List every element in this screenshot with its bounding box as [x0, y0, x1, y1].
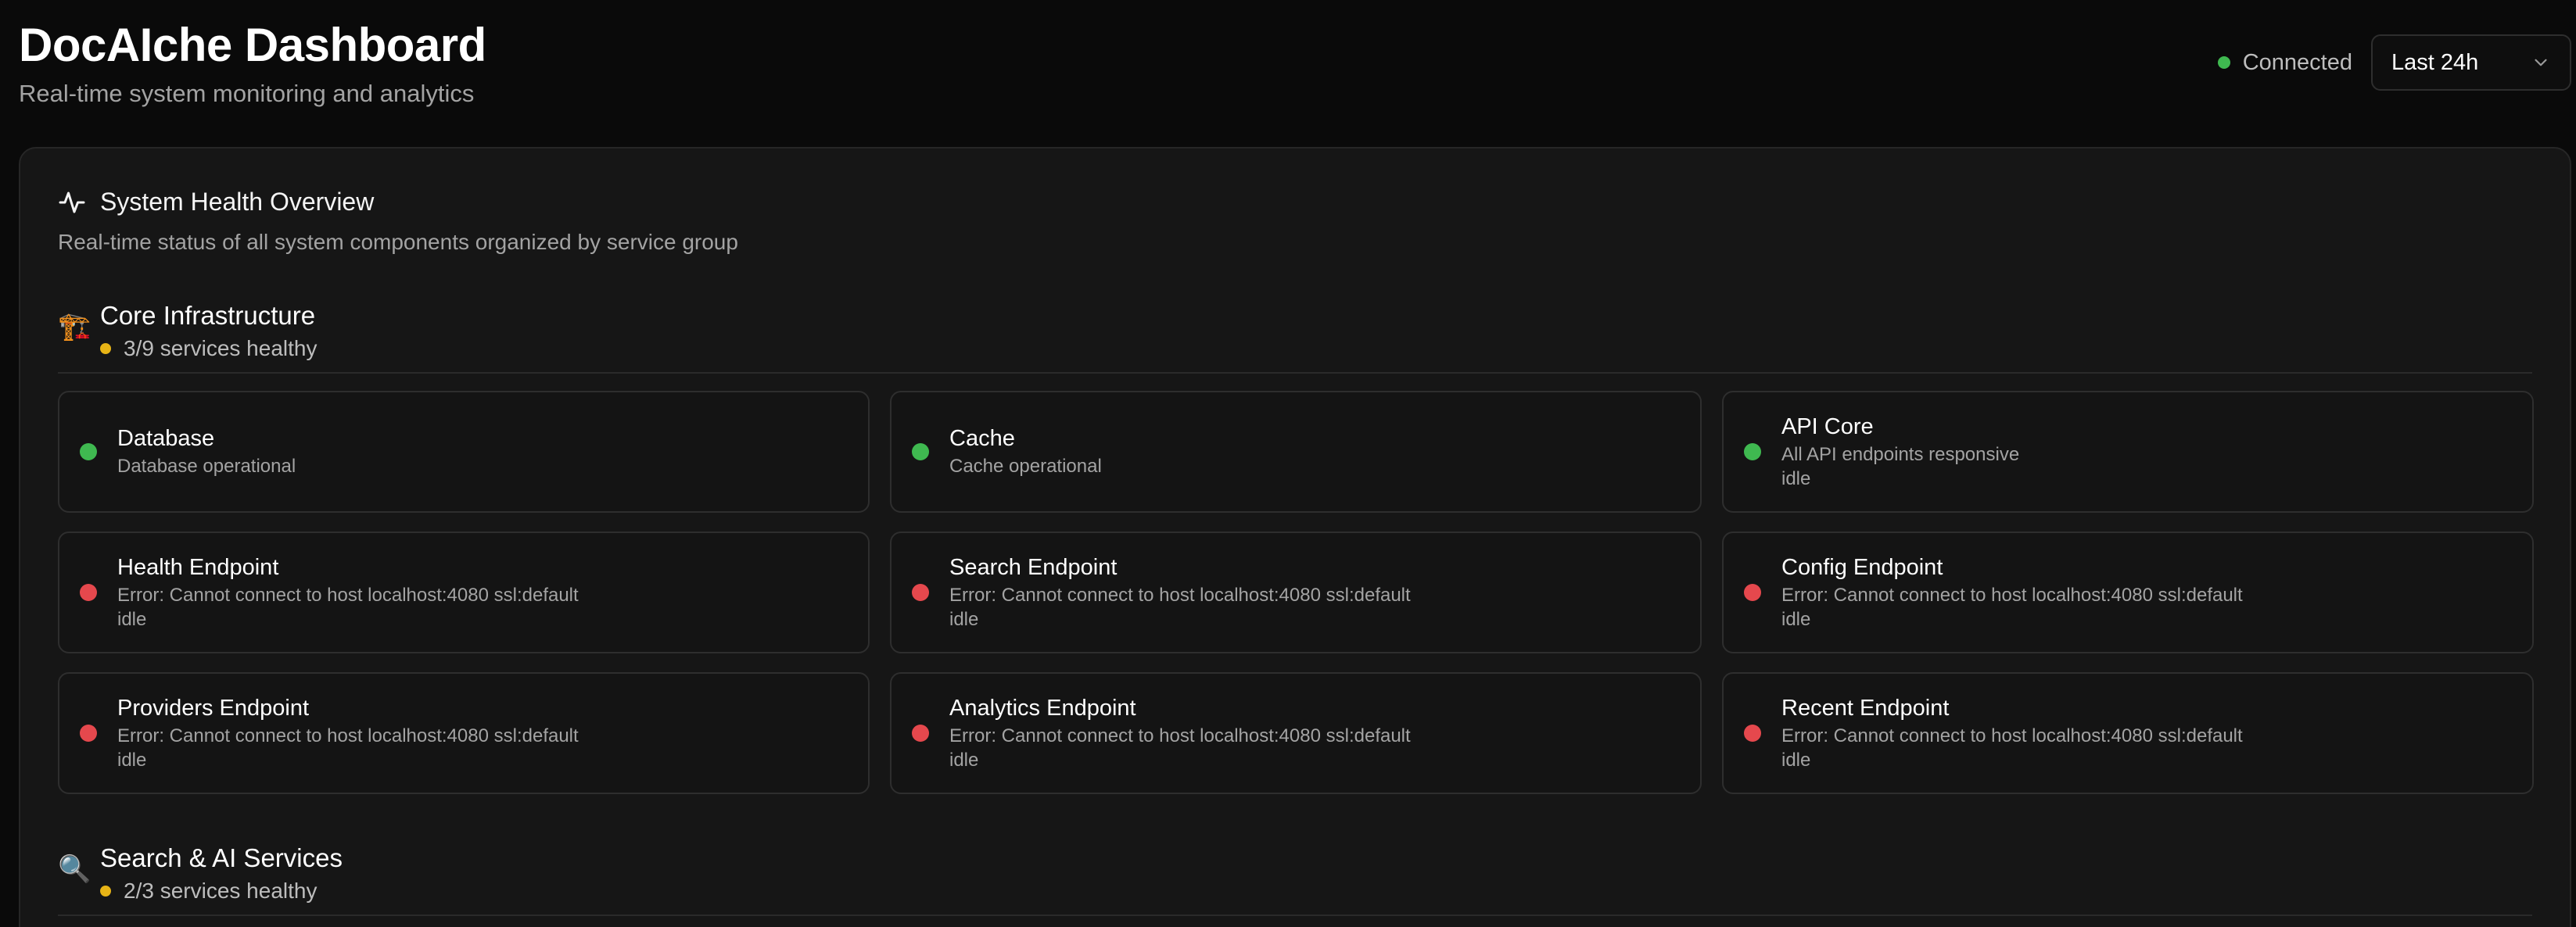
header-controls: Connected Last 24h — [2217, 34, 2571, 91]
service-card-database[interactable]: Database Database operational — [58, 391, 870, 513]
magnifier-icon: 🔍 — [58, 854, 91, 884]
service-name: Database — [117, 426, 215, 451]
card-header: System Health Overview — [58, 188, 374, 217]
service-state: idle — [1781, 750, 1811, 771]
status-dot-error — [912, 584, 929, 601]
connection-status-label: Connected — [2242, 49, 2352, 75]
status-dot — [100, 343, 111, 354]
time-range-select[interactable]: Last 24h — [2371, 34, 2571, 91]
service-card-analytics-endpoint[interactable]: Analytics Endpoint Error: Cannot connect… — [890, 672, 1702, 794]
service-card-cache[interactable]: Cache Cache operational — [890, 391, 1702, 513]
service-state: idle — [117, 750, 147, 771]
card-title: System Health Overview — [100, 188, 375, 216]
service-card-search-endpoint[interactable]: Search Endpoint Error: Cannot connect to… — [890, 532, 1702, 653]
connection-status: Connected — [2217, 49, 2352, 76]
section-divider — [58, 914, 2532, 916]
service-name: Config Endpoint — [1781, 555, 1943, 580]
chevron-down-icon — [2531, 52, 2551, 73]
status-dot — [100, 886, 111, 897]
system-health-card: System Health Overview Real-time status … — [19, 147, 2571, 927]
service-grid: Database Database operational Cache Cach… — [58, 391, 2534, 794]
status-dot-healthy — [80, 443, 97, 460]
service-card-health-endpoint[interactable]: Health Endpoint Error: Cannot connect to… — [58, 532, 870, 653]
section-title: Search & AI Services — [100, 843, 343, 872]
status-dot-error — [912, 725, 929, 742]
service-message: Error: Cannot connect to host localhost:… — [1781, 725, 2243, 746]
service-name: Analytics Endpoint — [949, 696, 1136, 721]
section-header: 🏗️ Core Infrastructure 3/9 services heal… — [58, 300, 2532, 361]
section-divider — [58, 372, 2532, 374]
time-range-value: Last 24h — [2391, 49, 2479, 75]
section-header: 🔍 Search & AI Services 2/3 services heal… — [58, 843, 2532, 904]
service-message: Error: Cannot connect to host localhost:… — [1781, 585, 2243, 606]
service-card-recent-endpoint[interactable]: Recent Endpoint Error: Cannot connect to… — [1722, 672, 2534, 794]
page-subtitle: Real-time system monitoring and analytic… — [19, 80, 475, 107]
service-name: Cache — [949, 426, 1015, 451]
service-name: Recent Endpoint — [1781, 696, 1950, 721]
service-state: idle — [949, 609, 979, 630]
service-card-api-core[interactable]: API Core All API endpoints responsive id… — [1722, 391, 2534, 513]
status-dot-error — [80, 725, 97, 742]
service-card-providers-endpoint[interactable]: Providers Endpoint Error: Cannot connect… — [58, 672, 870, 794]
service-message: Database operational — [117, 456, 296, 477]
page-title: DocAIche Dashboard — [19, 19, 486, 71]
construction-icon: 🏗️ — [58, 312, 91, 342]
service-card-config-endpoint[interactable]: Config Endpoint Error: Cannot connect to… — [1722, 532, 2534, 653]
section-status-text: 3/9 services healthy — [124, 336, 318, 360]
service-name: API Core — [1781, 414, 1874, 439]
section-search-ai-services: 🔍 Search & AI Services 2/3 services heal… — [58, 843, 2532, 916]
section-title: Core Infrastructure — [100, 301, 316, 330]
service-message: Error: Cannot connect to host localhost:… — [949, 585, 1411, 606]
service-state: idle — [1781, 468, 1811, 489]
service-message: Error: Cannot connect to host localhost:… — [117, 725, 579, 746]
section-core-infrastructure: 🏗️ Core Infrastructure 3/9 services heal… — [58, 300, 2534, 794]
service-message: Cache operational — [949, 456, 1102, 477]
service-state: idle — [117, 609, 147, 630]
status-dot-healthy — [912, 443, 929, 460]
service-message: Error: Cannot connect to host localhost:… — [117, 585, 579, 606]
service-message: Error: Cannot connect to host localhost:… — [949, 725, 1411, 746]
activity-pulse-icon — [58, 188, 86, 217]
section-status-text: 2/3 services healthy — [124, 879, 318, 903]
service-name: Search Endpoint — [949, 555, 1118, 580]
section-status: 3/9 services healthy — [100, 336, 317, 361]
service-name: Providers Endpoint — [117, 696, 310, 721]
card-description: Real-time status of all system component… — [58, 230, 738, 254]
dashboard-page: DocAIche Dashboard Real-time system moni… — [0, 0, 2576, 927]
section-status: 2/3 services healthy — [100, 879, 343, 904]
status-dot-error — [1744, 584, 1761, 601]
page-header: DocAIche Dashboard Real-time system moni… — [19, 14, 486, 111]
service-message: All API endpoints responsive — [1781, 444, 2020, 465]
status-dot-error — [1744, 725, 1761, 742]
connection-status-dot — [2217, 56, 2230, 69]
service-state: idle — [949, 750, 979, 771]
service-state: idle — [1781, 609, 1811, 630]
service-name: Health Endpoint — [117, 555, 279, 580]
status-dot-healthy — [1744, 443, 1761, 460]
status-dot-error — [80, 584, 97, 601]
